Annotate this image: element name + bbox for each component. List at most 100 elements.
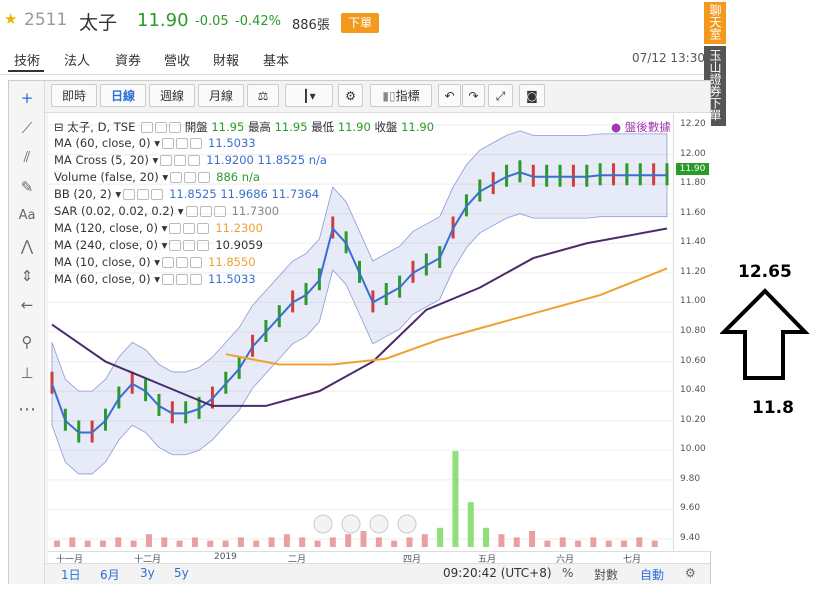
indicator-legend-row[interactable]: MA Cross (5, 20) ▾ 11.9200 11.8525 n/a [54,153,327,167]
fibonacci-icon[interactable]: ⫽ [16,146,38,168]
indicator-legend-row[interactable]: MA (60, close, 0) ▾ 11.5033 [54,136,256,150]
volume-bar [421,534,428,547]
settings-icon[interactable]: ⚙ [338,84,363,107]
indicator-legend-row[interactable]: MA (240, close, 0) ▾ 10.9059 [54,238,263,252]
measure-icon[interactable]: ⇕ [16,265,38,287]
brush-icon[interactable]: ✎ [16,176,38,198]
gear-icon[interactable]: ⚙ [685,566,696,580]
symbol-label: 太子, D, TSE [67,120,136,134]
scale-icon[interactable]: ⚖ [247,84,279,107]
range-1d-button[interactable]: 1日 [61,566,81,583]
chat-room-label: 聊天室 [708,4,722,40]
volume-bar [544,540,551,547]
stock-price: 11.90 [137,10,189,31]
indicator-controls-icon[interactable] [167,221,210,235]
intraday-button[interactable]: 即時 [51,84,97,107]
volume-bar [575,540,582,547]
price-axis[interactable]: 12.20 12.00 11.80 11.60 11.40 11.20 11.00 10.80… [673,113,711,551]
indicator-controls-icon[interactable] [167,238,210,252]
indicator-controls-icon[interactable] [184,204,226,218]
tab-margin[interactable]: 資券 [115,50,141,69]
crosshair-icon[interactable]: + [16,87,38,109]
indicator-controls-icon[interactable] [121,187,164,201]
candle-type-icon[interactable]: ┃▾ [285,84,333,107]
indicator-legend-row[interactable]: BB (20, 2) ▾ 11.8525 11.9686 11.7364 [54,187,319,201]
volume-bar [452,451,459,547]
undo-icon[interactable]: ↶ [438,84,461,107]
auto-toggle[interactable]: 自動 [640,566,664,583]
high-value: 11.95 [274,120,308,134]
tab-revenue[interactable]: 營收 [164,50,190,69]
weekly-button[interactable]: 週線 [149,84,195,107]
indicator-controls-icon[interactable] [160,136,203,150]
y-tick-label: 9.60 [680,503,701,514]
indicator-controls-icon[interactable] [168,170,211,184]
volume-bar [329,537,336,547]
indicator-controls-icon[interactable] [160,272,203,286]
monthly-button[interactable]: 月線 [198,84,244,107]
volume-bar [176,540,183,547]
fullscreen-icon[interactable]: ⤢ [488,84,513,107]
indicators-button[interactable]: ▮▯指標 [370,84,432,107]
tab-financials[interactable]: 財報 [213,50,239,69]
indicator-legend-row[interactable]: MA (60, close, 0) ▾ 11.5033 [54,272,256,286]
zoom-icon[interactable]: ⚲ [16,331,38,353]
tab-institutional[interactable]: 法人 [64,50,90,69]
low-label: 最低 [311,120,335,134]
indicator-name: MA (60, close, 0) ▾ [54,136,161,150]
y-tick-label: 11.20 [680,266,706,277]
volume-bar [636,537,643,547]
volume-bar [345,534,352,547]
range-3y-button[interactable]: 3y [140,566,155,580]
visibility-icon[interactable] [141,122,154,133]
volume-bar [498,534,505,547]
log-toggle[interactable]: 對數 [594,566,618,583]
indicator-controls-icon[interactable] [158,153,201,167]
volume-bar [84,540,91,547]
volume-bar [360,531,367,547]
text-tool-icon[interactable]: Aa [16,205,38,227]
tab-technical[interactable]: 技術 [14,50,40,69]
chart-toolbar: 即時 日線 週線 月線 ⚖ ┃▾ ⚙ ▮▯指標 ↶ ↷ ⤢ ◙ [45,81,710,113]
y-tick-label: 11.40 [680,237,706,248]
remove-icon[interactable] [169,122,182,133]
y-tick-label: 10.00 [680,444,706,455]
last-price-marker: 11.90 [676,163,709,176]
percent-toggle[interactable]: % [562,566,573,580]
collapse-icon[interactable]: ⊟ [54,120,64,134]
ruler-icon[interactable]: ⊥ [16,362,38,384]
chat-room-button[interactable]: 聊天室 [704,2,726,44]
indicator-values: 11.5033 [208,272,256,286]
after-hours-link[interactable]: ● 盤後數據 [611,119,671,135]
trendline-icon[interactable]: ⟋ [16,117,38,139]
indicator-values: 11.7300 [231,204,280,218]
daily-button[interactable]: 日線 [100,84,146,107]
range-6m-button[interactable]: 6月 [100,566,120,583]
volume-bar [99,540,106,547]
tab-basic[interactable]: 基本 [263,50,289,69]
volume-count: 886張 [292,18,330,33]
volume-bar [69,537,76,547]
pattern-icon[interactable]: ⋀ [16,235,38,257]
close-label: 收盤 [374,120,398,134]
indicator-controls-icon[interactable] [160,255,203,269]
indicator-legend-row[interactable]: MA (120, close, 0) ▾ 11.2300 [54,221,263,235]
arrow-left-icon[interactable]: ← [16,294,38,316]
redo-icon[interactable]: ↷ [462,84,485,107]
volume-bar [513,537,520,547]
indicator-name: MA (10, close, 0) ▾ [54,255,161,269]
settings-small-icon[interactable] [155,122,168,133]
more-tools-icon[interactable]: ⋯ [16,399,38,421]
indicator-legend-row[interactable]: SAR (0.02, 0.02, 0.2) ▾ 11.7300 [54,204,279,218]
bottom-bar: 1日 6月 3y 5y 09:20:42 (UTC+8) % 對數 自動 ⚙ [45,563,710,584]
y-tick-label: 11.00 [680,296,706,307]
indicator-legend-row[interactable]: MA (10, close, 0) ▾ 11.8550 [54,255,256,269]
order-button[interactable]: 下單 [341,13,379,33]
volume-bar [222,540,229,547]
volume-bar [590,537,597,547]
range-5y-button[interactable]: 5y [174,566,189,580]
indicator-legend-row[interactable]: Volume (false, 20) ▾ 886 n/a [54,170,260,184]
star-icon[interactable]: ★ [4,10,17,28]
camera-icon[interactable]: ◙ [519,84,545,107]
indicator-name: MA (60, close, 0) ▾ [54,272,161,286]
